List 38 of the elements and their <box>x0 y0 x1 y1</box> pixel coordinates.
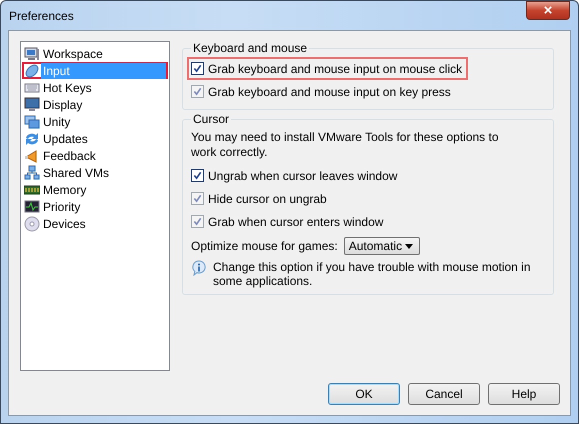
display-icon <box>24 96 40 112</box>
checkbox-label: Grab when cursor enters window <box>208 214 384 228</box>
checkbox-label: Hide cursor on ungrab <box>208 192 327 206</box>
dialog-button[interactable]: Cancel <box>408 383 480 405</box>
monitor-icon <box>24 46 40 62</box>
checkbox[interactable] <box>191 169 204 182</box>
mouse-icon <box>24 62 40 78</box>
checkbox-label: Grab keyboard and mouse input on mouse click <box>208 62 462 76</box>
info-icon <box>191 260 207 276</box>
windows-icon <box>24 114 40 130</box>
category-item[interactable]: Memory <box>41 182 166 198</box>
category-item[interactable]: Unity <box>41 114 166 130</box>
group-title: Cursor <box>192 112 230 126</box>
category-item[interactable]: Display <box>41 96 166 112</box>
window-title: Preferences <box>9 8 74 22</box>
pulse-icon <box>24 198 40 214</box>
category-item[interactable]: Devices <box>41 216 166 232</box>
group-title: Keyboard and mouse <box>192 41 308 55</box>
checkbox-label: Ungrab when cursor leaves window <box>208 168 398 182</box>
checkbox-label: Grab keyboard and mouse input on key press <box>208 84 451 98</box>
category-item[interactable]: Feedback <box>41 148 166 164</box>
info-text: Change this option if you have trouble with mouse motion in some applications. <box>213 260 532 288</box>
category-item[interactable]: Shared VMs <box>41 164 166 180</box>
category-item[interactable]: Workspace <box>41 46 166 62</box>
dropdown[interactable]: Automatic <box>344 237 420 255</box>
dialog-button[interactable]: OK <box>328 383 400 405</box>
refresh-icon <box>24 130 40 146</box>
close-button[interactable]: × <box>526 1 570 20</box>
caret-icon <box>404 244 413 248</box>
dialog-button[interactable]: Help <box>488 383 560 405</box>
checkbox[interactable] <box>191 62 204 75</box>
field-label: Optimize mouse for games: <box>191 239 338 253</box>
network-icon <box>24 164 40 180</box>
category-item[interactable]: Hot Keys <box>41 80 166 96</box>
category-item[interactable]: Updates <box>41 130 166 146</box>
note-text: You may need to install VMware Tools for these options to work correctly. <box>191 130 500 160</box>
disc-icon <box>24 216 40 232</box>
category-item[interactable]: Priority <box>41 198 166 214</box>
